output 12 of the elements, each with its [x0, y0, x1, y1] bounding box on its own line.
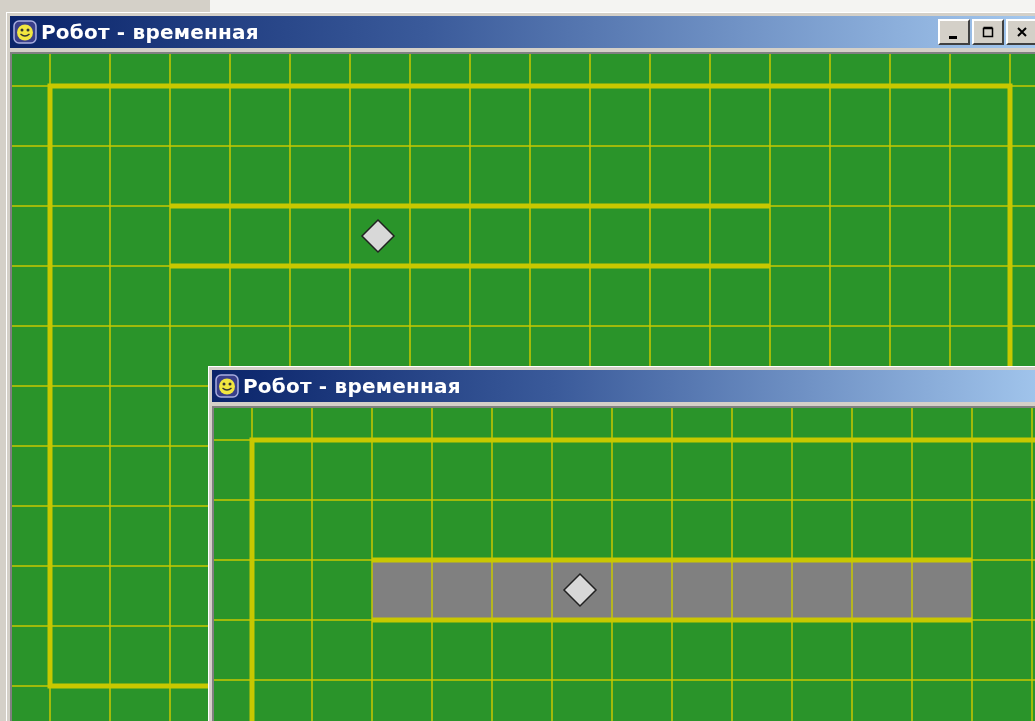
- smiley-icon: [13, 20, 37, 44]
- window-title: Робот - временная: [41, 20, 259, 44]
- minimize-icon: [948, 35, 957, 39]
- robot-icon: [360, 218, 396, 254]
- close-button[interactable]: [1006, 19, 1035, 45]
- minimize-button[interactable]: [938, 19, 970, 45]
- robot-icon: [562, 572, 598, 608]
- close-icon: [1016, 26, 1028, 38]
- maximize-button[interactable]: [972, 19, 1004, 45]
- window-title: Робот - временная: [243, 374, 461, 398]
- smiley-icon: [215, 374, 239, 398]
- maximize-icon: [982, 26, 994, 38]
